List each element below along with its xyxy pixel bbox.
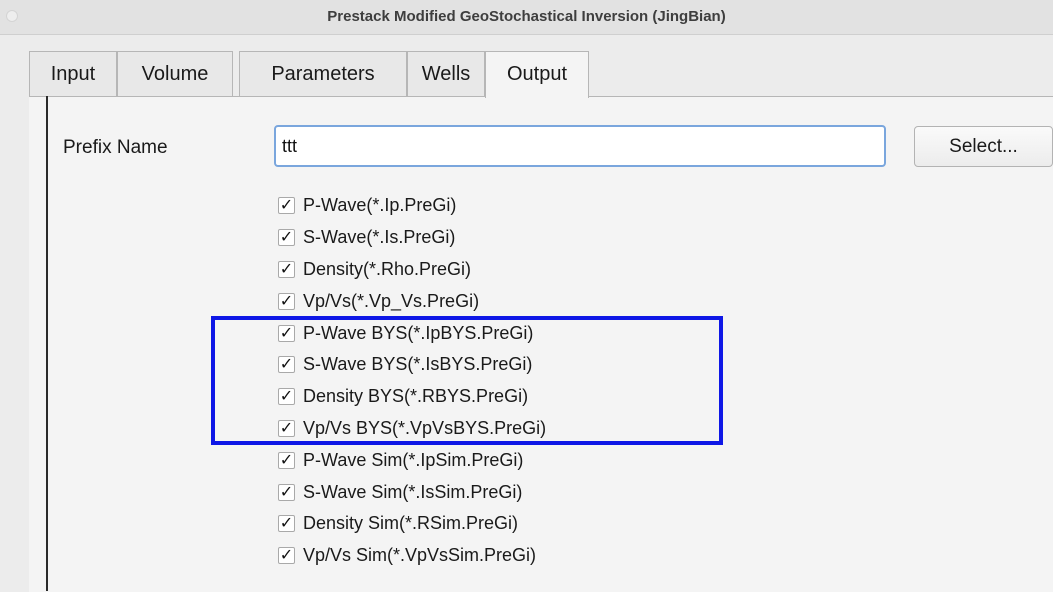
option-label: Vp/Vs Sim(*.VpVsSim.PreGi) <box>303 545 537 566</box>
option-label: S-Wave Sim(*.IsSim.PreGi) <box>303 481 523 502</box>
option-label: P-Wave Sim(*.IpSim.PreGi) <box>303 449 524 470</box>
output-option[interactable]: ✓ Vp/Vs Sim(*.VpVsSim.PreGi) <box>278 540 546 572</box>
window-title: Prestack Modified GeoStochastical Invers… <box>327 8 726 25</box>
output-option[interactable]: ✓ Density Sim(*.RSim.PreGi) <box>278 508 546 540</box>
tab-output[interactable]: Output <box>485 51 589 98</box>
output-option[interactable]: ✓ Density(*.Rho.PreGi) <box>278 254 546 286</box>
panel-divider <box>46 96 48 591</box>
highlight-box <box>211 316 723 445</box>
checkbox[interactable]: ✓ <box>278 515 295 533</box>
checkbox[interactable]: ✓ <box>278 547 295 565</box>
title-bar: Prestack Modified GeoStochastical Invers… <box>0 0 1053 35</box>
output-option[interactable]: ✓ P-Wave(*.Ip.PreGi) <box>278 190 546 222</box>
checkbox[interactable]: ✓ <box>278 197 295 215</box>
select-button[interactable]: Select... <box>914 126 1053 167</box>
tab-input[interactable]: Input <box>29 51 117 96</box>
checkbox[interactable]: ✓ <box>278 451 295 469</box>
output-option[interactable]: ✓ Vp/Vs(*.Vp_Vs.PreGi) <box>278 285 546 317</box>
prefix-name-input[interactable] <box>274 125 886 167</box>
checkbox[interactable]: ✓ <box>278 229 295 247</box>
checkbox[interactable]: ✓ <box>278 260 295 278</box>
tab-wells[interactable]: Wells <box>407 51 485 96</box>
option-label: Vp/Vs(*.Vp_Vs.PreGi) <box>303 290 480 311</box>
output-option[interactable]: ✓ S-Wave Sim(*.IsSim.PreGi) <box>278 476 546 508</box>
output-option[interactable]: ✓ S-Wave(*.Is.PreGi) <box>278 222 546 254</box>
option-label: Density Sim(*.RSim.PreGi) <box>303 513 519 534</box>
option-label: Density(*.Rho.PreGi) <box>303 258 472 279</box>
checkbox[interactable]: ✓ <box>278 292 295 310</box>
output-option[interactable]: ✓ P-Wave Sim(*.IpSim.PreGi) <box>278 444 546 476</box>
checkbox[interactable]: ✓ <box>278 483 295 501</box>
tab-volume[interactable]: Volume <box>117 51 233 96</box>
option-label: S-Wave(*.Is.PreGi) <box>303 227 456 248</box>
option-label: P-Wave(*.Ip.PreGi) <box>303 195 457 216</box>
prefix-name-label: Prefix Name <box>63 137 168 158</box>
tab-parameters[interactable]: Parameters <box>239 51 407 96</box>
